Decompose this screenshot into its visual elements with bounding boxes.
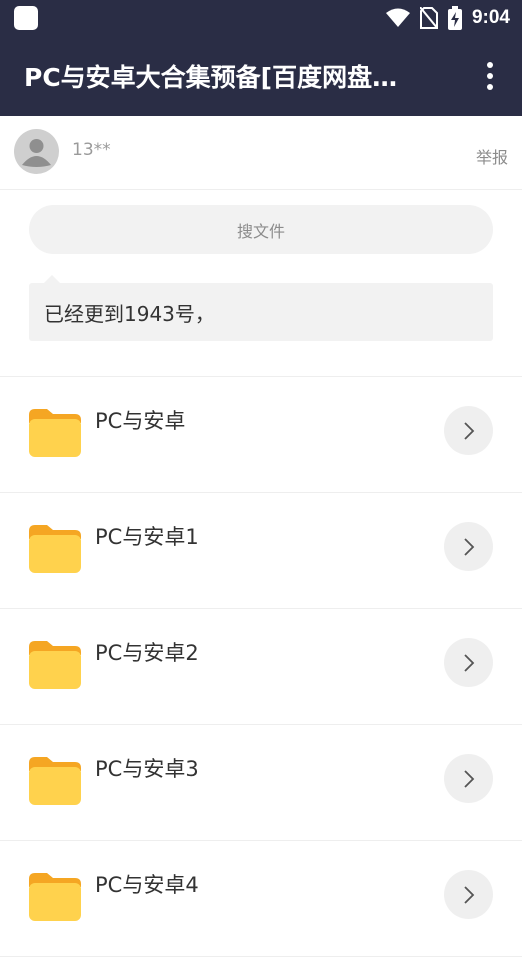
username: 13** [72,140,111,160]
app-bar: PC与安卓大合集预备[百度网盘… [0,36,522,116]
folder-name: PC与安卓 [95,409,186,433]
folder-name: PC与安卓1 [95,525,199,549]
folder-name: PC与安卓3 [95,757,199,781]
list-item[interactable]: PC与安卓2 [0,609,522,725]
wifi-icon [385,8,410,27]
notice-bubble: 已经更到1943号， [29,283,493,341]
notice-text: 已经更到1943号， [44,302,215,326]
folder-icon [29,641,81,689]
status-icons: 9:04 [385,0,510,36]
list-item[interactable]: PC与安卓1 [0,493,522,609]
chevron-right-icon[interactable] [444,522,493,571]
folder-icon [29,757,81,805]
page-title: PC与安卓大合集预备[百度网盘… [24,63,398,92]
folder-name: PC与安卓4 [95,873,199,897]
status-bar: 9:04 [0,0,522,36]
user-row: 13** 举报 [0,116,522,190]
chevron-right-icon[interactable] [444,870,493,919]
list-item[interactable]: PC与安卓4 [0,841,522,957]
search-files-button[interactable]: 搜文件 [29,205,493,254]
folder-name: PC与安卓2 [95,641,199,665]
folder-icon [29,525,81,573]
report-link[interactable]: 举报 [476,144,508,168]
more-vert-icon[interactable] [472,58,508,94]
folder-list: PC与安卓 PC与安卓1 PC与安卓2 PC与安卓3 PC与安卓4 [0,377,522,957]
notice-pointer [44,275,60,283]
no-sim-icon [419,7,438,29]
chevron-right-icon[interactable] [444,638,493,687]
folder-icon [29,873,81,921]
person-avatar-icon[interactable] [14,129,59,174]
battery-charging-icon [447,6,462,30]
list-item[interactable]: PC与安卓3 [0,725,522,841]
app-icon [14,6,38,30]
chevron-right-icon[interactable] [444,406,493,455]
status-time: 9:04 [471,7,510,28]
search-label: 搜文件 [236,221,285,241]
list-item[interactable]: PC与安卓 [0,377,522,493]
folder-icon [29,409,81,457]
chevron-right-icon[interactable] [444,754,493,803]
